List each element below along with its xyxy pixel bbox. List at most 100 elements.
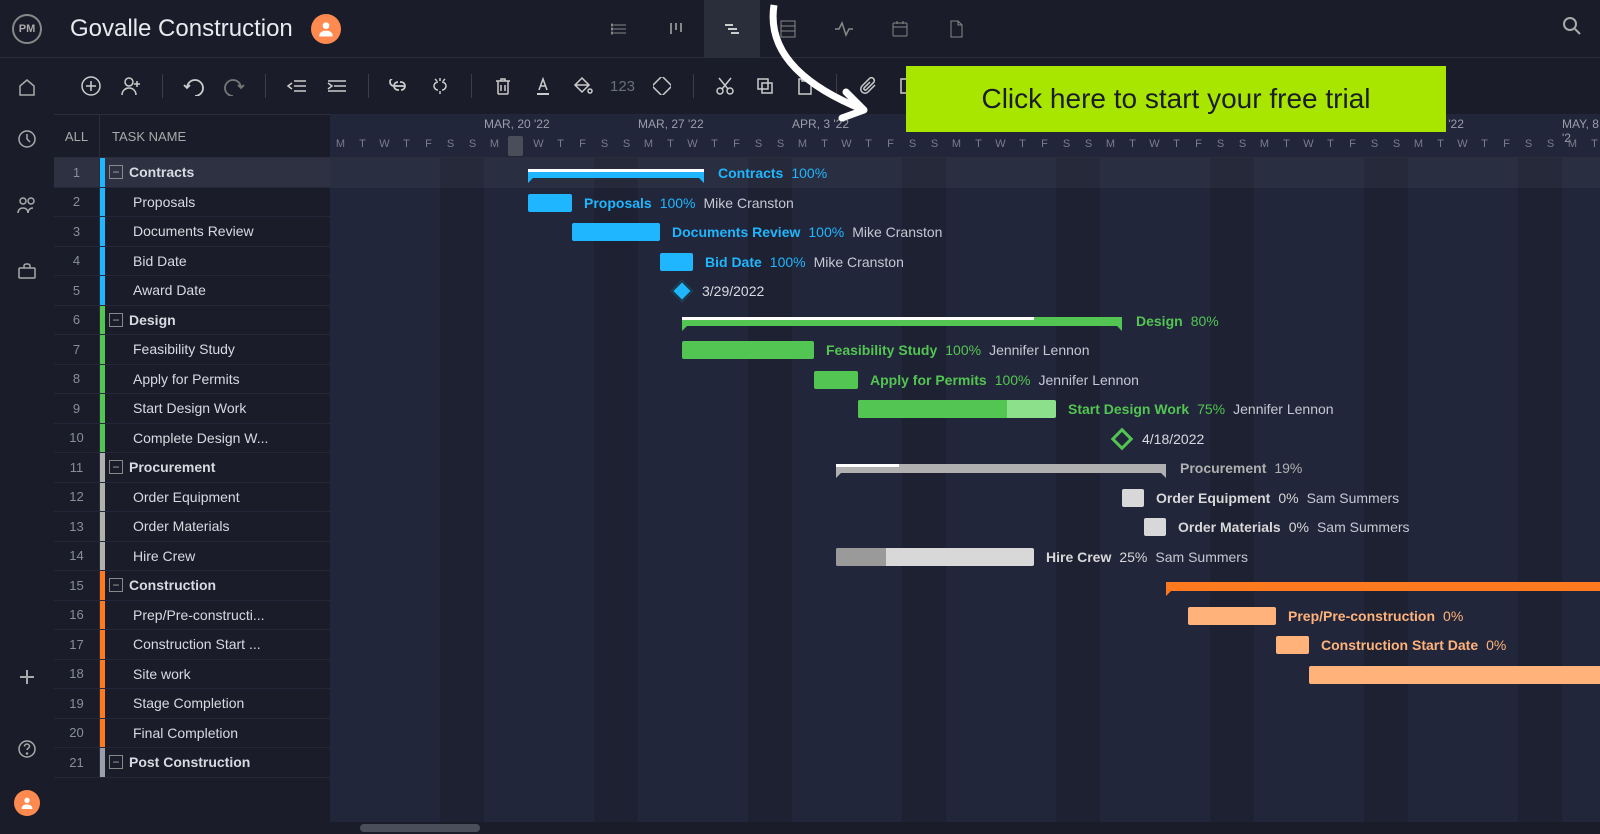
summary-bar[interactable] xyxy=(1166,582,1600,591)
redo-icon[interactable] xyxy=(221,73,247,99)
attach-icon[interactable] xyxy=(855,73,881,99)
copy-icon[interactable] xyxy=(752,73,778,99)
pm-logo[interactable]: PM xyxy=(12,14,42,44)
priority-icon[interactable] xyxy=(649,73,675,99)
task-row[interactable]: 3Documents Review xyxy=(54,217,330,247)
task-row[interactable]: 20Final Completion xyxy=(54,719,330,749)
gantt-row[interactable]: Proposals 100%Mike Cranston xyxy=(330,188,1600,218)
task-bar[interactable] xyxy=(1309,666,1600,684)
task-row[interactable]: 9Start Design Work xyxy=(54,394,330,424)
task-bar[interactable] xyxy=(814,371,858,389)
milestone-icon[interactable] xyxy=(671,280,694,303)
unlink-icon[interactable] xyxy=(427,73,453,99)
view-board-icon[interactable] xyxy=(648,0,704,58)
task-row[interactable]: 13Order Materials xyxy=(54,512,330,542)
project-avatar[interactable] xyxy=(311,14,341,44)
gantt-row[interactable]: 4/18/2022 xyxy=(330,424,1600,454)
briefcase-icon[interactable] xyxy=(16,260,38,282)
free-trial-cta[interactable]: Click here to start your free trial xyxy=(906,66,1446,132)
collapse-icon[interactable]: − xyxy=(109,755,123,769)
gantt-row[interactable] xyxy=(330,689,1600,719)
undo-icon[interactable] xyxy=(181,73,207,99)
task-row[interactable]: 19Stage Completion xyxy=(54,689,330,719)
add-icon[interactable] xyxy=(16,666,38,688)
gantt-row[interactable] xyxy=(330,719,1600,749)
task-row[interactable]: 18Site work xyxy=(54,660,330,690)
task-bar[interactable] xyxy=(660,253,693,271)
task-bar[interactable] xyxy=(528,194,572,212)
task-row[interactable]: 17Construction Start ... xyxy=(54,630,330,660)
column-all[interactable]: ALL xyxy=(54,115,100,157)
gantt-row[interactable] xyxy=(330,748,1600,778)
horizontal-scrollbar[interactable] xyxy=(330,822,1600,834)
gantt-row[interactable] xyxy=(330,660,1600,690)
cut-icon[interactable] xyxy=(712,73,738,99)
home-icon[interactable] xyxy=(16,76,38,98)
gantt-row[interactable]: Hire Crew 25%Sam Summers xyxy=(330,542,1600,572)
task-row[interactable]: 10Complete Design W... xyxy=(54,424,330,454)
gantt-row[interactable]: 3/29/2022 xyxy=(330,276,1600,306)
collapse-icon[interactable]: − xyxy=(109,578,123,592)
task-row[interactable]: 4Bid Date xyxy=(54,247,330,277)
gantt-row[interactable]: Documents Review 100%Mike Cranston xyxy=(330,217,1600,247)
task-bar[interactable] xyxy=(1276,636,1309,654)
task-row[interactable]: 2Proposals xyxy=(54,188,330,218)
task-row[interactable]: 8Apply for Permits xyxy=(54,365,330,395)
view-activity-icon[interactable] xyxy=(816,0,872,58)
task-bar[interactable] xyxy=(1144,518,1166,536)
task-row[interactable]: 21−Post Construction xyxy=(54,748,330,778)
fill-color-icon[interactable] xyxy=(570,73,596,99)
task-row[interactable]: 14Hire Crew xyxy=(54,542,330,572)
column-task-name[interactable]: TASK NAME xyxy=(100,129,186,144)
assign-icon[interactable] xyxy=(118,73,144,99)
gantt-row[interactable]: Order Equipment 0%Sam Summers xyxy=(330,483,1600,513)
task-row[interactable]: 16Prep/Pre-constructi... xyxy=(54,601,330,631)
view-list-icon[interactable] xyxy=(592,0,648,58)
gantt-row[interactable]: Prep/Pre-construction 0% xyxy=(330,601,1600,631)
outdent-icon[interactable] xyxy=(284,73,310,99)
task-bar[interactable] xyxy=(572,223,660,241)
gantt-row[interactable]: Procurement 19% xyxy=(330,453,1600,483)
link-icon[interactable] xyxy=(387,73,413,99)
search-icon[interactable] xyxy=(1562,16,1582,41)
collapse-icon[interactable]: − xyxy=(109,165,123,179)
gantt-row[interactable]: Start Design Work 75%Jennifer Lennon xyxy=(330,394,1600,424)
recent-icon[interactable] xyxy=(16,128,38,150)
view-calendar-icon[interactable] xyxy=(872,0,928,58)
view-gantt-icon[interactable] xyxy=(704,0,760,58)
task-row[interactable]: 6−Design xyxy=(54,306,330,336)
view-file-icon[interactable] xyxy=(928,0,984,58)
gantt-row[interactable]: Apply for Permits 100%Jennifer Lennon xyxy=(330,365,1600,395)
gantt-row[interactable] xyxy=(330,571,1600,601)
indent-icon[interactable] xyxy=(324,73,350,99)
collapse-icon[interactable]: − xyxy=(109,460,123,474)
gantt-row[interactable]: Construction Start Date 0% xyxy=(330,630,1600,660)
gantt-row[interactable]: Contracts 100% xyxy=(330,158,1600,188)
task-row[interactable]: 12Order Equipment xyxy=(54,483,330,513)
task-row[interactable]: 15−Construction xyxy=(54,571,330,601)
help-icon[interactable] xyxy=(16,738,38,760)
paste-icon[interactable] xyxy=(792,73,818,99)
task-row[interactable]: 1−Contracts xyxy=(54,158,330,188)
gantt-row[interactable]: Design 80% xyxy=(330,306,1600,336)
scrollbar-thumb[interactable] xyxy=(360,824,480,832)
team-icon[interactable] xyxy=(16,194,38,216)
user-avatar[interactable] xyxy=(14,790,40,816)
task-bar[interactable] xyxy=(682,341,814,359)
task-row[interactable]: 7Feasibility Study xyxy=(54,335,330,365)
gantt-row[interactable]: Bid Date 100%Mike Cranston xyxy=(330,247,1600,277)
add-task-icon[interactable] xyxy=(78,73,104,99)
milestone-icon[interactable] xyxy=(1111,427,1134,450)
gantt-row[interactable]: Order Materials 0%Sam Summers xyxy=(330,512,1600,542)
task-row[interactable]: 11−Procurement xyxy=(54,453,330,483)
collapse-icon[interactable]: − xyxy=(109,313,123,327)
view-sheet-icon[interactable] xyxy=(760,0,816,58)
task-bar[interactable] xyxy=(1122,489,1144,507)
text-color-icon[interactable] xyxy=(530,73,556,99)
gantt-timeline[interactable]: MAR, 20 '22MAR, 27 '22APR, 3 '22APR, 10 … xyxy=(330,114,1600,834)
task-row[interactable]: 5Award Date xyxy=(54,276,330,306)
delete-icon[interactable] xyxy=(490,73,516,99)
toolbar-number-label[interactable]: 123 xyxy=(610,78,635,95)
gantt-row[interactable]: Feasibility Study 100%Jennifer Lennon xyxy=(330,335,1600,365)
task-bar[interactable] xyxy=(1188,607,1276,625)
